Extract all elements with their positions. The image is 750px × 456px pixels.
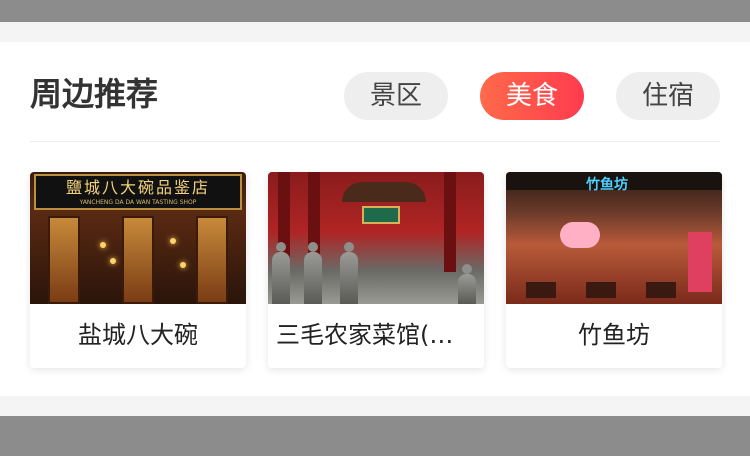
restaurant-photo (268, 172, 484, 304)
photo-lantern (110, 258, 116, 264)
recommendation-list: 鹽城八大碗品鉴店 YANCHENG DA DA WAN TASTING SHOP… (30, 172, 722, 368)
photo-column (444, 172, 456, 272)
photo-lantern (100, 242, 106, 248)
photo-door (122, 216, 154, 304)
status-bar-strip (0, 0, 750, 22)
photo-roof (342, 182, 426, 202)
photo-statue (340, 242, 358, 304)
recommendation-item-yancheng-badawan[interactable]: 鹽城八大碗品鉴店 YANCHENG DA DA WAN TASTING SHOP… (30, 172, 246, 368)
tab-scenic-spots[interactable]: 景区 (344, 72, 448, 120)
photo-lantern (180, 262, 186, 268)
photo-door (48, 216, 80, 304)
photo-heart-decoration (560, 222, 600, 248)
storefront-sign: 竹鱼坊 (586, 177, 628, 193)
tab-lodging[interactable]: 住宿 (616, 72, 720, 120)
restaurant-photo: 竹鱼坊 (506, 172, 722, 304)
recommendation-name: 盐城八大碗 (78, 321, 198, 349)
recommendation-item-zhuyufang[interactable]: 竹鱼坊 竹鱼坊 (506, 172, 722, 368)
recommendation-item-sanmao[interactable]: 三毛农家菜馆(体… (268, 172, 484, 368)
photo-door (196, 216, 228, 304)
photo-statue (304, 242, 322, 304)
recommendation-name: 竹鱼坊 (578, 321, 650, 349)
bottom-strip (0, 416, 750, 456)
section-title: 周边推荐 (30, 75, 159, 113)
photo-statue (272, 242, 290, 304)
photo-table (646, 282, 676, 298)
storefront-sign: 鹽城八大碗品鉴店 YANCHENG DA DA WAN TASTING SHOP (34, 174, 242, 210)
photo-statue (458, 264, 476, 304)
recommendation-name: 三毛农家菜馆(体… (276, 321, 478, 349)
restaurant-photo: 鹽城八大碗品鉴店 YANCHENG DA DA WAN TASTING SHOP (30, 172, 246, 304)
photo-sign (362, 206, 400, 224)
photo-lantern (170, 238, 176, 244)
storefront-sign-text: 鹽城八大碗品鉴店 (65, 178, 210, 197)
photo-banner (688, 232, 712, 292)
photo-table (526, 282, 556, 298)
storefront-sign-subtext: YANCHENG DA DA WAN TASTING SHOP (79, 199, 197, 206)
photo-table (586, 282, 616, 298)
nearby-recommendations-card: 周边推荐 景区 美食 住宿 鹽城八大碗品鉴店 YANCHENG DA DA WA… (0, 42, 750, 396)
category-tabs: 景区 美食 住宿 (344, 72, 720, 120)
section-header: 周边推荐 景区 美食 住宿 (30, 42, 720, 142)
tab-food[interactable]: 美食 (480, 72, 584, 120)
